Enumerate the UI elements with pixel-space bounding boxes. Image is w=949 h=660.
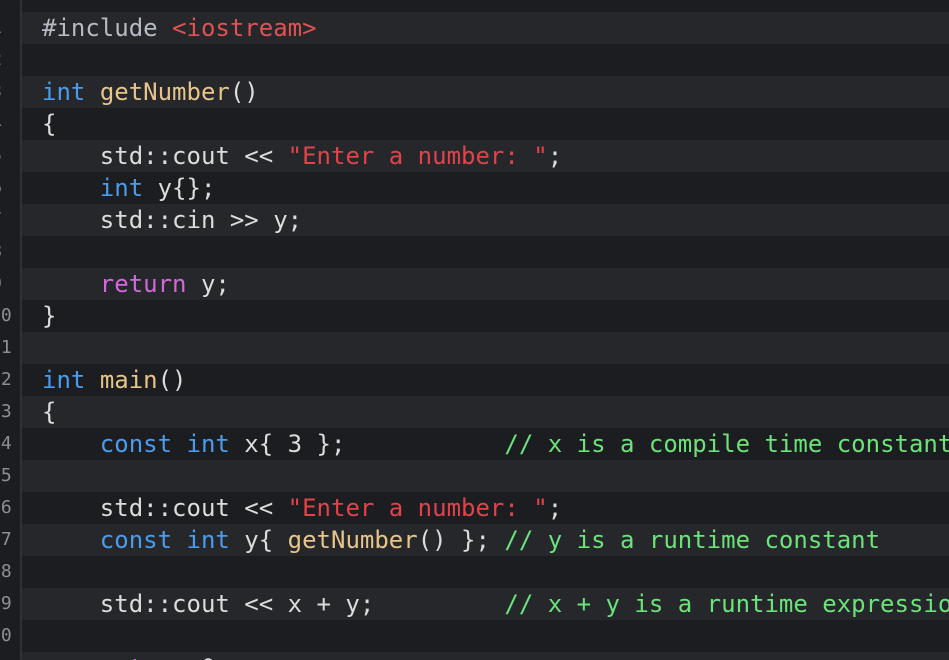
code-line[interactable]: #include <iostream> (22, 12, 949, 44)
code-token-plain: std::cout << (42, 142, 288, 170)
line-number: 9 (0, 268, 2, 300)
code-token-plain: () (157, 366, 187, 394)
code-token-plain: std::cout << (42, 494, 288, 522)
code-token-plain: } (42, 302, 57, 330)
code-line[interactable]: std::cout << x + y; // x + y is a runtim… (22, 588, 949, 620)
code-token-plain: ; (547, 142, 563, 170)
code-token-cmt: // x + y is a runtime expression (504, 590, 949, 618)
code-line[interactable] (22, 620, 949, 652)
code-line[interactable] (22, 556, 949, 588)
code-token-fn: getNumber (287, 526, 418, 554)
code-token-kw: const int (99, 430, 230, 458)
code-token-plain: { (42, 110, 57, 138)
code-token-plain: () }; (417, 526, 505, 554)
line-number: 10 (0, 305, 12, 326)
line-number: 7 (0, 204, 2, 236)
line-number: 19 (0, 593, 12, 614)
line-number: 1 (0, 12, 2, 44)
line-number: 11 (0, 337, 12, 358)
line-number: 18 (0, 561, 12, 582)
code-token-plain: { (42, 398, 57, 426)
code-line[interactable]: { (22, 108, 949, 140)
line-number: 17 (0, 529, 12, 550)
code-line[interactable]: int getNumber() (22, 76, 949, 108)
line-number: 12 (0, 369, 12, 390)
code-line[interactable]: const int y{ getNumber() }; // y is a ru… (22, 524, 949, 556)
line-number: 6 (0, 172, 2, 204)
code-token-kw: int (99, 174, 144, 202)
line-number: 15 (0, 465, 12, 486)
code-token-plain: ; (547, 494, 563, 522)
code-token-inc: <iostream> (172, 14, 317, 42)
line-number: 8 (0, 236, 2, 268)
code-line[interactable]: return 0; (22, 652, 949, 660)
code-line[interactable] (22, 236, 949, 268)
line-number: 4 (0, 108, 2, 140)
code-line[interactable]: std::cin >> y; (22, 204, 949, 236)
code-token-kw: int (42, 78, 86, 106)
code-token-ret: return (99, 270, 187, 298)
code-token-cmt: // x is a compile time constant (504, 430, 949, 458)
code-token-plain: x{ 3 }; (229, 430, 505, 458)
code-line[interactable]: std::cout << "Enter a number: "; (22, 140, 949, 172)
code-line[interactable] (22, 460, 949, 492)
line-number: 21 (0, 652, 12, 660)
code-line[interactable]: { (22, 396, 949, 428)
code-line[interactable]: } (22, 300, 949, 332)
code-line[interactable] (22, 332, 949, 364)
code-line[interactable]: int main() (22, 364, 949, 396)
line-number-gutter: 123456789101112131415161718192021 (0, 0, 22, 660)
line-number: 5 (0, 140, 2, 172)
code-token-cmt: // y is a runtime constant (504, 526, 881, 554)
code-token-plain: () (229, 78, 259, 106)
code-token-plain: std::cin >> y; (42, 206, 303, 234)
code-token-plain: y; (186, 270, 230, 298)
code-line[interactable]: return y; (22, 268, 949, 300)
code-token-fn: getNumber (99, 78, 230, 106)
code-token-ret: return (100, 654, 187, 660)
line-number: 2 (0, 44, 2, 76)
code-editor[interactable]: 123456789101112131415161718192021 #inclu… (0, 0, 949, 660)
code-token-plain: y{}; (143, 174, 216, 202)
line-number: 3 (0, 76, 2, 108)
code-token-plain: 0; (187, 654, 230, 660)
code-token-str: "Enter a number: " (287, 494, 548, 522)
code-token-kw: const int (99, 526, 230, 554)
code-token-fn: main (99, 366, 158, 394)
code-token-kw: int (42, 366, 86, 394)
code-line[interactable]: int y{}; (22, 172, 949, 204)
code-token-pre: #include (42, 14, 173, 42)
line-number: 20 (0, 625, 12, 646)
code-token-plain: std::cout << x + y; (42, 590, 505, 618)
code-token-plain: y{ (229, 526, 288, 554)
code-line[interactable]: std::cout << "Enter a number: "; (22, 492, 949, 524)
code-line[interactable] (22, 44, 949, 76)
line-number: 16 (0, 497, 12, 518)
code-line[interactable]: const int x{ 3 }; // x is a compile time… (22, 428, 949, 460)
line-number: 13 (0, 401, 12, 422)
line-number: 14 (0, 433, 12, 454)
code-token-str: "Enter a number: " (287, 142, 548, 170)
